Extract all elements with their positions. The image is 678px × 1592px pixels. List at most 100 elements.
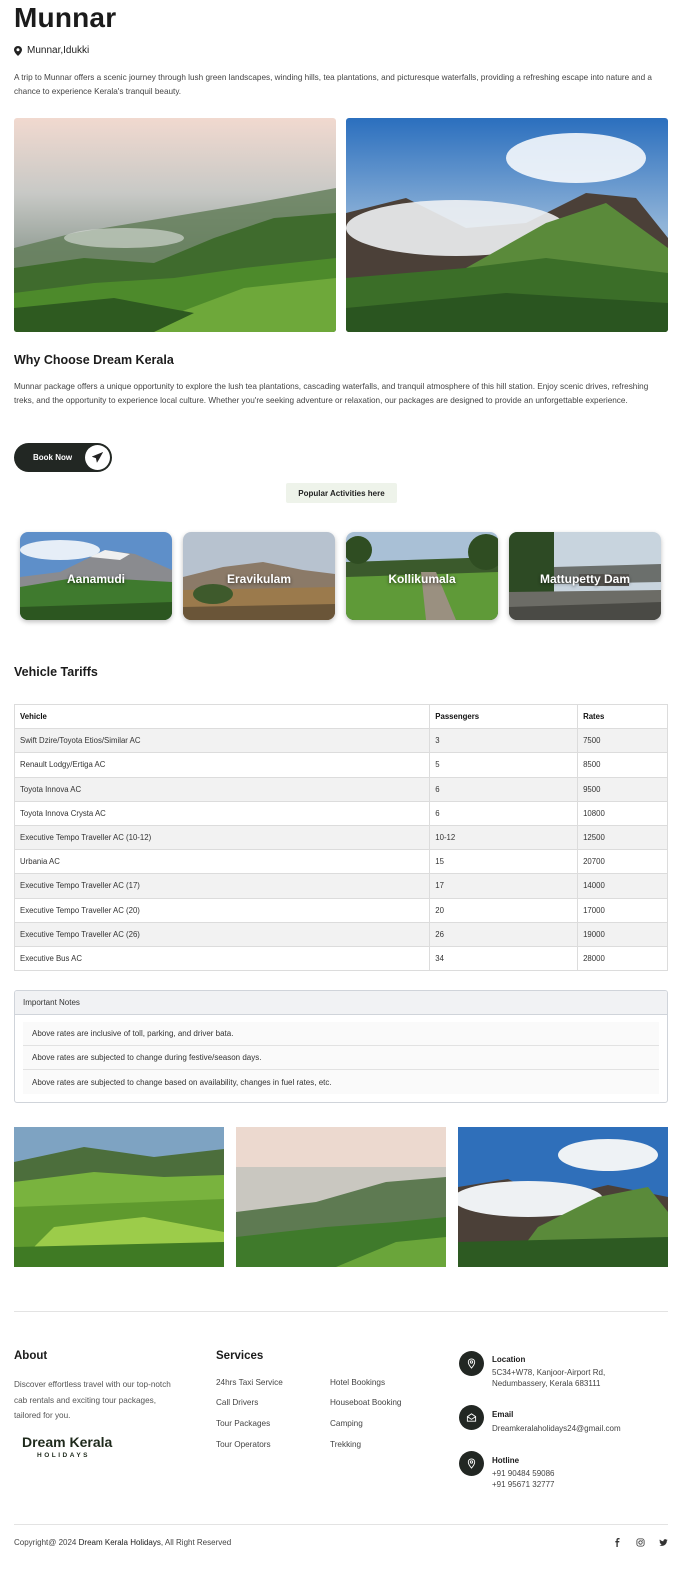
map-pin-icon (459, 1351, 484, 1376)
passengers-cell: 3 (429, 728, 579, 754)
activity-name: Aanamudi (66, 572, 125, 586)
table-row: Executive Tempo Traveller AC (17) 17 14000 (13, 873, 668, 899)
service-link-call-drivers[interactable]: Call Drivers (216, 1398, 258, 1407)
passengers-cell: 17 (429, 873, 579, 899)
activity-card-eravikulam[interactable]: Eravikulam (183, 532, 335, 620)
passengers-cell: 15 (429, 849, 579, 875)
svg-text:Dream Kerala: Dream Kerala (22, 1434, 112, 1450)
list-item: Above rates are inclusive of toll, parki… (23, 1022, 659, 1046)
notes-list: Above rates are inclusive of toll, parki… (15, 1015, 667, 1094)
vehicle-cell: Toyota Innova Crysta AC (13, 800, 431, 826)
important-notes-title: Important Notes (15, 991, 667, 1015)
instagram-icon[interactable] (634, 1536, 646, 1548)
vehicle-cell: Executive Bus AC (13, 945, 431, 972)
vehicle-cell: Executive Tempo Traveller AC (17) (13, 873, 431, 899)
passengers-cell: 6 (429, 800, 579, 826)
vehicle-cell: Executive Tempo Traveller AC (20) (13, 897, 431, 923)
table-row: Executive Tempo Traveller AC (10-12) 10-1… (13, 824, 668, 851)
gallery-image-tea-estate (14, 1127, 224, 1267)
service-link-tour-packages[interactable]: Tour Packages (216, 1419, 270, 1428)
passengers-cell: 20 (429, 897, 579, 923)
hero-image-cloud-valley (346, 118, 668, 332)
gallery-image-misty-hills (236, 1127, 446, 1267)
book-now-label: Book Now (33, 453, 73, 462)
copyright-text: Copyright@ 2024 Dream Kerala Holidays, A… (14, 1538, 231, 1547)
activity-name: Eravikulam (226, 572, 292, 586)
location-label: Location (492, 1355, 526, 1364)
important-notes-panel: Important Notes Above rates are inclusiv… (14, 990, 668, 1103)
passengers-cell: 34 (429, 945, 579, 972)
vehicle-cell: Executive Tempo Traveller AC (10-12) (13, 824, 431, 851)
hotline-number-2[interactable]: +91 95671 32777 (492, 1479, 555, 1491)
tariff-table: Vehicle Passengers Rates Swift Dzire/Toy… (13, 703, 668, 972)
service-link-houseboat-booking[interactable]: Houseboat Booking (330, 1398, 401, 1407)
list-item: Above rates are subjected to change base… (23, 1070, 659, 1094)
copyright-prefix: Copyright@ 2024 (14, 1538, 77, 1547)
vehicle-cell: Swift Dzire/Toyota Etios/Similar AC (13, 728, 431, 754)
hotline-number-1[interactable]: +91 90484 59086 (492, 1468, 555, 1480)
rate-cell: 8500 (577, 752, 668, 778)
dream-kerala-logo: Dream Kerala HOLIDAYS (22, 1434, 112, 1459)
rate-cell: 10800 (577, 800, 668, 826)
footer-divider (14, 1311, 668, 1312)
vehicle-cell: Executive Tempo Traveller AC (26) (13, 921, 431, 947)
service-link-camping[interactable]: Camping (330, 1419, 363, 1428)
map-pin-icon (459, 1451, 484, 1476)
location-line: Munnar,Idukki (14, 45, 89, 56)
services-title: Services (216, 1350, 264, 1362)
svg-text:HOLIDAYS: HOLIDAYS (37, 1452, 90, 1459)
service-link-hotel-bookings[interactable]: Hotel Bookings (330, 1378, 385, 1387)
rate-cell: 19000 (577, 921, 668, 947)
activity-name: Mattupetty Dam (539, 572, 630, 586)
activity-card-kollikumala[interactable]: Kollikumala (346, 532, 498, 620)
activity-card-aanamudi[interactable]: Aanamudi (20, 532, 172, 620)
hotline-label: Hotline (492, 1456, 520, 1465)
rate-cell: 9500 (577, 776, 668, 802)
rate-cell: 7500 (577, 728, 668, 754)
column-header-vehicle: Vehicle (13, 703, 431, 730)
email-link[interactable]: Dreamkeralaholidays24@gmail.com (492, 1423, 621, 1435)
email-label: Email (492, 1410, 514, 1419)
activity-card-mattupetty-dam[interactable]: Mattupetty Dam (509, 532, 661, 620)
rate-cell: 14000 (577, 873, 668, 899)
table-row: Executive Bus AC 34 28000 (13, 945, 668, 972)
service-link-taxi[interactable]: 24hrs Taxi Service (216, 1378, 283, 1387)
service-link-trekking[interactable]: Trekking (330, 1440, 361, 1449)
vehicle-cell: Urbania AC (13, 849, 431, 875)
copyright-brand-link[interactable]: Dream Kerala Holidays (79, 1538, 161, 1547)
paper-plane-icon (85, 445, 110, 470)
list-item: Above rates are subjected to change duri… (23, 1046, 659, 1070)
table-row: Swift Dzire/Toyota Etios/Similar AC 3 7500 (13, 728, 668, 754)
rate-cell: 17000 (577, 897, 668, 923)
page: Munnar Munnar,Idukki A trip to Munnar of… (0, 0, 678, 1592)
intro-text: A trip to Munnar offers a scenic journey… (14, 73, 652, 96)
rate-cell: 28000 (577, 945, 668, 972)
passengers-cell: 10-12 (429, 824, 579, 851)
table-row: Urbania AC 15 20700 (13, 849, 668, 875)
facebook-icon[interactable] (611, 1536, 623, 1548)
column-header-rates: Rates (577, 703, 668, 730)
copyright-suffix: , All Right Reserved (160, 1538, 232, 1547)
copyright-divider (14, 1524, 668, 1525)
table-row: Executive Tempo Traveller AC (20) 20 17000 (13, 897, 668, 923)
page-title: Munnar (14, 2, 117, 33)
vehicle-cell: Renault Lodgy/Ertiga AC (13, 752, 431, 778)
rate-cell: 12500 (577, 824, 668, 851)
table-header-row: Vehicle Passengers Rates (13, 703, 668, 730)
why-choose-text: Munnar package offers a unique opportuni… (14, 382, 649, 405)
location-text: Munnar,Idukki (27, 45, 90, 56)
passengers-cell: 26 (429, 921, 579, 947)
map-pin-icon (14, 45, 22, 56)
about-text: Discover effortless travel with our top-… (14, 1380, 171, 1420)
hero-image-misty-hills (14, 118, 336, 332)
table-row: Toyota Innova AC 6 9500 (13, 776, 668, 802)
book-now-button[interactable]: Book Now (14, 443, 112, 472)
twitter-icon[interactable] (657, 1536, 669, 1548)
service-link-tour-operators[interactable]: Tour Operators (216, 1440, 271, 1449)
gallery-image-cloud-valley (458, 1127, 668, 1267)
rate-cell: 20700 (577, 849, 668, 875)
column-header-passengers: Passengers (429, 703, 579, 730)
vehicle-cell: Toyota Innova AC (13, 776, 431, 802)
envelope-icon (459, 1405, 484, 1430)
about-title: About (14, 1350, 48, 1362)
